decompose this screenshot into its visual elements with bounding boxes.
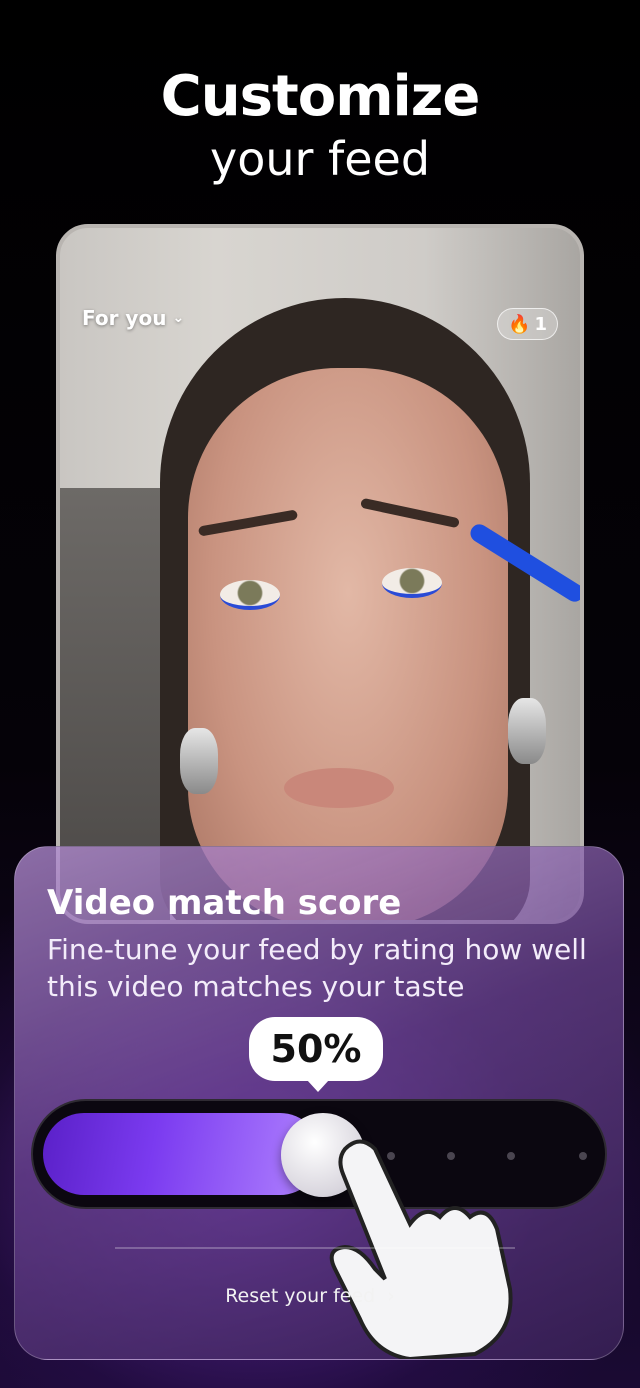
person-face: [188, 368, 508, 920]
feed-selector[interactable]: For you ⌄: [82, 306, 184, 330]
video-preview[interactable]: For you ⌄ 🔥 1: [56, 224, 584, 924]
headline-title: Customize: [160, 64, 481, 129]
card-title: Video match score: [47, 883, 402, 923]
lips: [284, 768, 394, 808]
pointing-hand-icon: [329, 1139, 513, 1359]
right-eye: [382, 568, 442, 598]
feed-selector-label: For you: [82, 306, 167, 330]
slider-tick: [579, 1152, 587, 1160]
score-bubble: 50%: [249, 1017, 383, 1092]
video-match-card: Video match score Fine-tune your feed by…: [14, 846, 624, 1360]
reset-feed-link[interactable]: Reset your feed ›: [15, 1285, 605, 1307]
slider-fill: [43, 1113, 321, 1195]
fire-icon: 🔥: [508, 313, 531, 335]
left-eye: [220, 580, 280, 610]
right-earring: [508, 698, 546, 764]
divider: [115, 1247, 515, 1249]
chevron-down-icon: ⌄: [172, 310, 185, 326]
card-subtitle: Fine-tune your feed by rating how well t…: [47, 933, 587, 1003]
streak-count: 1: [534, 313, 547, 335]
headline-subtitle: your feed: [209, 132, 431, 186]
left-earring: [180, 728, 218, 794]
reset-feed-label: Reset your feed: [225, 1285, 376, 1307]
chevron-right-icon: ›: [387, 1285, 395, 1307]
streak-badge[interactable]: 🔥 1: [497, 308, 558, 340]
